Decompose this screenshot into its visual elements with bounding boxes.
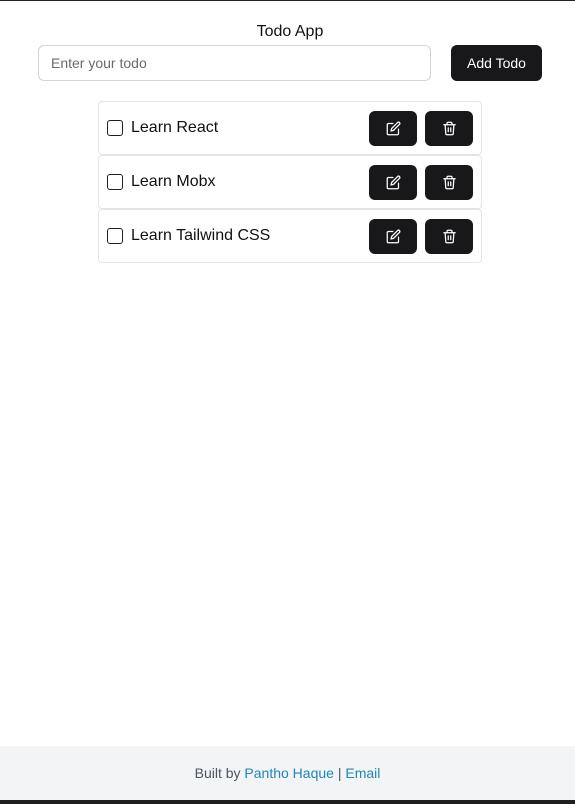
top-border [0,0,575,1]
edit-button[interactable] [369,165,417,200]
todo-item: Learn Mobx [98,155,482,209]
trash-icon [442,229,456,244]
email-link[interactable]: Email [345,765,380,781]
todo-label: Learn Mobx [131,173,216,190]
page-title: Todo App [256,23,324,40]
todo-item: Learn React [98,101,482,155]
edit-icon [386,175,400,190]
todo-label: Learn React [131,119,219,136]
delete-button[interactable] [425,219,473,254]
todo-list: Learn React Learn Mobx Learn Tailwind CS… [98,101,482,263]
add-todo-button[interactable]: Add Todo [451,45,542,81]
todo-checkbox[interactable] [107,228,123,244]
todo-label: Learn Tailwind CSS [131,227,271,244]
edit-button[interactable] [369,219,417,254]
author-link[interactable]: Pantho Haque [244,765,334,781]
delete-button[interactable] [425,111,473,146]
footer-separator: | [337,765,342,781]
edit-icon [386,229,400,244]
todo-checkbox[interactable] [107,174,123,190]
todo-item: Learn Tailwind CSS [98,209,482,263]
todo-input[interactable] [38,45,431,81]
trash-icon [442,121,456,136]
footer-prefix: Built by [194,765,241,781]
bottom-border [0,800,575,804]
footer: Built by Pantho Haque | Email [0,746,575,800]
todo-checkbox[interactable] [107,120,123,136]
trash-icon [442,175,456,190]
edit-icon [386,121,400,136]
delete-button[interactable] [425,165,473,200]
edit-button[interactable] [369,111,417,146]
